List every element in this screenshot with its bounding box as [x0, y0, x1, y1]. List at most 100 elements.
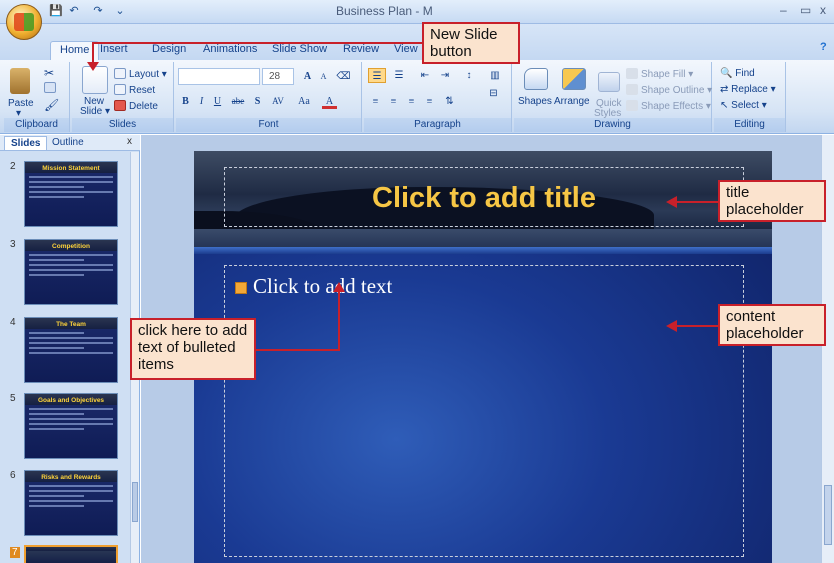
find-label: Find: [735, 68, 755, 79]
reset-button[interactable]: Reset: [114, 84, 155, 96]
format-painter-icon[interactable]: 🖌: [44, 98, 59, 112]
clear-formatting-icon[interactable]: ⌫: [336, 69, 351, 84]
cut-icon[interactable]: ✂: [44, 66, 54, 80]
font-name-box[interactable]: [178, 68, 260, 85]
align-left-icon[interactable]: ≡: [368, 94, 383, 109]
restore-button[interactable]: ▭: [800, 3, 811, 17]
slide-thumbnail[interactable]: Goals and Objectives: [24, 393, 118, 459]
tab-animations[interactable]: Animations: [203, 43, 257, 55]
undo-icon[interactable]: ↶: [66, 4, 82, 20]
arrange-button[interactable]: Arrange: [554, 96, 590, 107]
tab-design[interactable]: Design: [152, 43, 186, 55]
slide-thumbnail[interactable]: Competition: [24, 239, 118, 305]
text-direction-icon[interactable]: ⇅: [442, 94, 457, 109]
tab-slides[interactable]: Slides: [4, 136, 48, 150]
slide-thumbnail[interactable]: The Team: [24, 317, 118, 383]
thumb-number: 5: [10, 393, 16, 404]
thumb-title: The Team: [25, 318, 117, 329]
delete-label: Delete: [129, 101, 158, 112]
tab-view[interactable]: View: [394, 43, 418, 55]
callout-line: [676, 201, 718, 203]
change-case-button[interactable]: Aa: [294, 94, 314, 109]
shape-effects-label: Shape Effects: [641, 101, 704, 112]
callout-title-placeholder: title placeholder: [718, 180, 826, 222]
slide-thumbnail-selected[interactable]: [24, 545, 118, 563]
editing-label: Editing: [714, 118, 785, 132]
content-placeholder[interactable]: Click to add text: [224, 265, 744, 557]
close-button[interactable]: x: [820, 3, 826, 17]
numbering-icon[interactable]: ☰: [390, 68, 408, 83]
align-right-icon[interactable]: ≡: [404, 94, 419, 109]
close-pane-icon[interactable]: x: [127, 136, 132, 147]
strikethrough-button[interactable]: abe: [228, 94, 248, 109]
tab-slide-show[interactable]: Slide Show: [272, 43, 327, 55]
find-button[interactable]: 🔍 Find: [720, 68, 755, 79]
pane-scroll-thumb[interactable]: [132, 482, 138, 522]
help-icon[interactable]: ?: [820, 41, 827, 53]
callout-line: [676, 325, 718, 327]
shape-fill-button[interactable]: Shape Fill ▾: [626, 68, 693, 80]
grow-font-button[interactable]: A: [300, 69, 315, 84]
redo-icon[interactable]: ↷: [90, 4, 106, 20]
tab-outline[interactable]: Outline: [46, 136, 90, 149]
new-slide-label-line2: Slide: [80, 106, 103, 117]
shape-outline-label: Shape Outline: [641, 85, 705, 96]
thumb-number: 7: [10, 547, 20, 558]
underline-button[interactable]: U: [210, 94, 225, 109]
text-shadow-button[interactable]: S: [250, 94, 265, 109]
shrink-font-button[interactable]: A: [316, 69, 331, 84]
align-text-icon[interactable]: ⊟: [486, 86, 501, 101]
bullets-icon[interactable]: ☰: [368, 68, 386, 83]
justify-icon[interactable]: ≡: [422, 94, 437, 109]
paragraph-label: Paragraph: [364, 118, 511, 132]
paste-icon[interactable]: [10, 68, 30, 94]
select-icon: ↖: [720, 100, 729, 111]
delete-button[interactable]: Delete: [114, 100, 158, 112]
content-placeholder-text[interactable]: Click to add text: [253, 274, 392, 299]
thumb-number: 3: [10, 239, 16, 250]
slide-thumbnail[interactable]: Mission Statement: [24, 161, 118, 227]
line-spacing-icon[interactable]: ↕: [460, 68, 478, 83]
columns-icon[interactable]: ▥: [486, 68, 504, 83]
callout-arrow: [87, 62, 99, 71]
arrange-icon[interactable]: [562, 68, 586, 90]
minimize-button[interactable]: –: [780, 3, 787, 17]
select-button[interactable]: ↖ Select ▾: [720, 100, 767, 111]
clipboard-label: Clipboard: [4, 118, 69, 132]
new-slide-button[interactable]: Slide ▾: [80, 106, 110, 117]
customize-qat-icon[interactable]: ⌄: [112, 4, 128, 20]
increase-indent-icon[interactable]: ⇥: [436, 68, 454, 83]
bullet-icon: [235, 282, 247, 294]
quick-styles-icon[interactable]: [598, 72, 620, 92]
character-spacing-button[interactable]: AV: [268, 94, 288, 109]
align-center-icon[interactable]: ≡: [386, 94, 401, 109]
decrease-indent-icon[interactable]: ⇤: [416, 68, 434, 83]
copy-icon[interactable]: [44, 82, 59, 94]
shapes-icon[interactable]: [524, 68, 548, 90]
workspace-scroll-thumb[interactable]: [824, 485, 832, 545]
shape-effects-button[interactable]: Shape Effects ▾: [626, 100, 711, 112]
font-color-button[interactable]: A: [322, 94, 337, 109]
shape-fill-label: Shape Fill: [641, 69, 686, 80]
italic-button[interactable]: I: [194, 94, 209, 109]
layout-button[interactable]: Layout ▾: [114, 68, 167, 80]
thumb-number: 2: [10, 161, 16, 172]
font-label: Font: [176, 118, 361, 132]
shape-outline-button[interactable]: Shape Outline ▾: [626, 84, 712, 96]
layout-label: Layout: [129, 69, 160, 80]
editing-group: 🔍 Find ⇄ Replace ▾ ↖ Select ▾ Editing: [714, 62, 786, 132]
callout-content-placeholder: content placeholder: [718, 304, 826, 346]
thumb-number: 4: [10, 317, 16, 328]
save-icon[interactable]: 💾: [48, 4, 64, 20]
tab-review[interactable]: Review: [343, 43, 379, 55]
office-button[interactable]: [6, 4, 42, 40]
water-strip: [194, 229, 772, 247]
slide-thumbnail[interactable]: Risks and Rewards: [24, 470, 118, 536]
thumb-title: [26, 547, 116, 551]
bold-button[interactable]: B: [178, 94, 193, 109]
shapes-button[interactable]: Shapes: [518, 96, 552, 107]
select-label: Select: [731, 100, 759, 111]
tab-insert[interactable]: Insert: [100, 43, 128, 55]
replace-button[interactable]: ⇄ Replace ▾: [720, 84, 776, 95]
font-size-box[interactable]: 28: [262, 68, 294, 85]
